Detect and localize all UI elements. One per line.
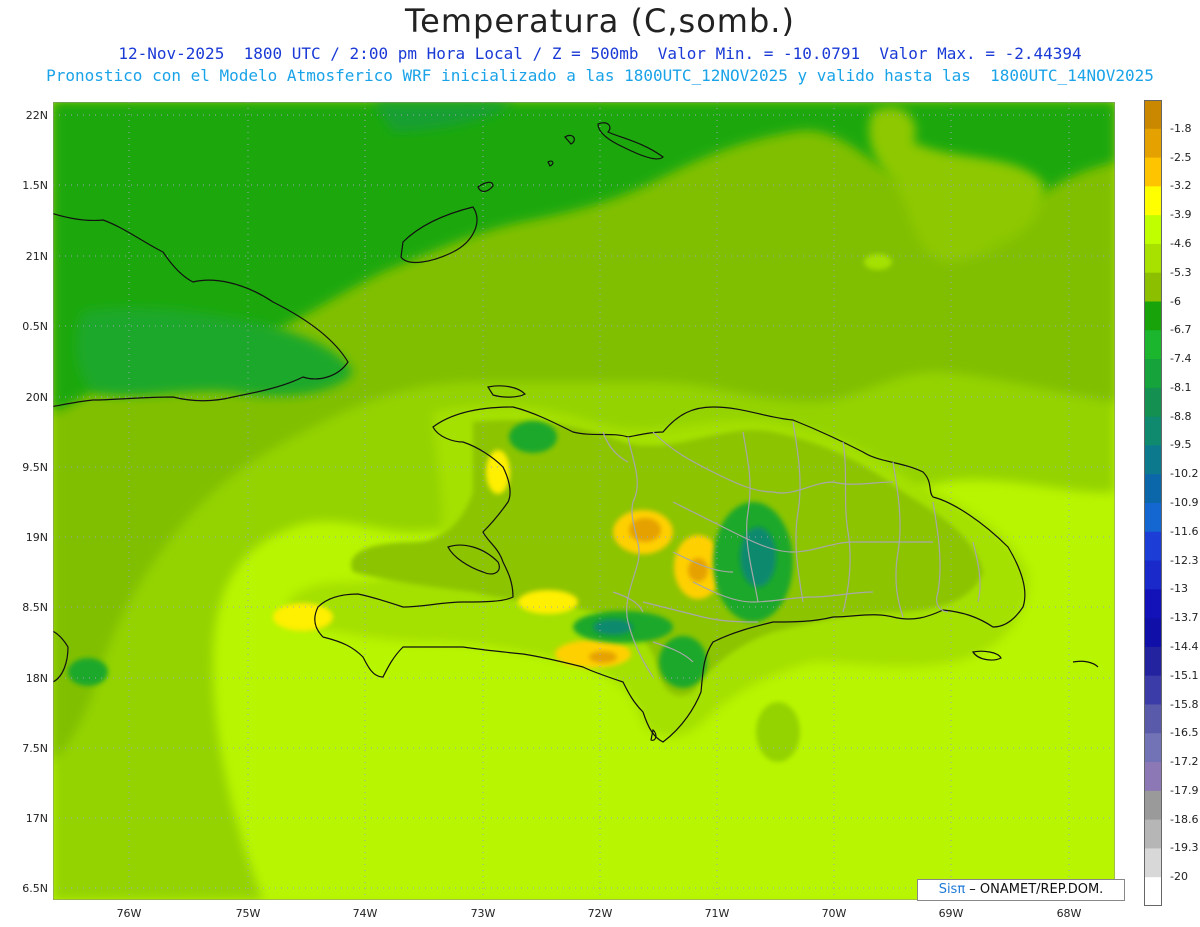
colorbar-swatch [1144,474,1162,504]
lat-label-20-5n: 0.5N [22,320,48,333]
colorbar-swatch [1144,243,1162,274]
colorbar-swatch [1144,675,1162,705]
colorbar-label: -2.5 [1170,150,1192,164]
warm-spot-6 [486,450,510,494]
colorbar-label: -8.8 [1170,409,1192,423]
credit-org: ONAMET/REP.DOM. [979,882,1104,897]
lat-label-17-5n: 7.5N [22,742,48,755]
colorbar-swatch [1144,387,1162,418]
lat-label-21n: 21N [25,250,48,263]
cool-spot-5 [756,702,800,762]
colorbar-swatch [1144,215,1162,245]
colorbar-label: -10.9 [1170,496,1199,509]
colorbar-swatch [1144,790,1162,821]
colorbar-swatch [1144,128,1162,159]
colorbar-label: -7.4 [1170,352,1192,366]
colorbar-swatch [1144,618,1162,648]
colorbar-label: -9.5 [1170,438,1192,452]
colorbar-label: -13 [1170,582,1188,596]
colorbar-swatch [1144,848,1162,878]
credit-brand: Sisπ [938,882,966,897]
colorbar-swatch [1144,445,1162,475]
lon-label-75w: 75W [235,907,261,920]
warm-spot-5 [518,590,578,614]
colorbar-swatch [1144,589,1162,619]
lat-label-19-5n: 9.5N [22,461,48,474]
colorbar-swatch [1144,646,1162,677]
colorbar-label: -18.6 [1170,812,1199,826]
lat-label-21-5n: 1.5N [22,179,48,192]
colorbar-swatch [1144,330,1162,360]
colorbar-label: -16.5 [1170,726,1199,740]
lon-label-76w: 76W [116,907,142,920]
lon-label-69w: 69W [938,907,964,920]
colorbar-label: -3.2 [1170,179,1192,193]
colorbar-swatch [1144,762,1162,792]
lon-label-74w: 74W [352,907,378,920]
warm-spot-1b [629,518,661,542]
colorbar-label: -17.9 [1170,783,1199,797]
lat-label-17n: 17N [25,812,48,825]
lat-label-22n: 22N [25,109,48,122]
lon-label-68w: 68W [1056,907,1082,920]
colorbar-swatch [1144,819,1162,849]
colorbar-label: -19.3 [1170,841,1199,855]
colorbar-swatch [1144,100,1162,130]
lat-label-20n: 20N [25,391,48,404]
cool-spot-2b [593,619,633,635]
colorbar-label: -15.1 [1170,668,1199,682]
cool-spot-1b [740,527,776,587]
colorbar-label: -15.8 [1170,697,1199,711]
colorbar-label: -14.4 [1170,639,1199,653]
temperature-map [53,102,1115,900]
colorbar-label: -4.6 [1170,236,1192,250]
colorbar-label: -1.8 [1170,121,1192,135]
colorbar-swatch [1144,877,1162,906]
map-subtitle-model-info: Pronostico con el Modelo Atmosferico WRF… [46,66,1154,85]
colorbar-label: -17.2 [1170,755,1199,769]
credit-box: Sisπ – ONAMET/REP.DOM. [917,879,1125,901]
map-subtitle-run-info: 12-Nov-2025 1800 UTC / 2:00 pm Hora Loca… [118,44,1082,63]
colorbar-swatch [1144,359,1162,389]
lon-label-73w: 73W [470,907,496,920]
colorbar-swatch [1144,301,1162,331]
colorbar-label: -20 [1170,870,1188,884]
lon-label-70w: 70W [821,907,847,920]
colorbar-label: -6 [1170,294,1181,308]
colorbar-swatch [1144,272,1162,302]
lat-label-18n: 18N [25,672,48,685]
colorbar-label: -10.2 [1170,467,1199,481]
map-title: Temperatura (C,somb.) [405,2,795,40]
colorbar-swatch [1144,186,1162,216]
lon-label-71w: 71W [704,907,730,920]
lat-label-18-5n: 8.5N [22,601,48,614]
colorbar-label: -8.1 [1170,380,1192,394]
colorbar-swatch [1144,733,1162,763]
lon-label-72w: 72W [587,907,613,920]
colorbar-swatch [1144,560,1162,590]
colorbar-label: -12.3 [1170,553,1199,567]
warm-spot-3b [589,651,617,663]
colorbar-swatch [1144,503,1162,533]
colorbar [1144,100,1162,906]
lat-label-19n: 19N [25,531,48,544]
colorbar-label: -6.7 [1170,323,1192,337]
colorbar-label: -11.6 [1170,524,1199,538]
cool-spot-6 [68,658,108,686]
colorbar-swatch [1144,416,1162,446]
colorbar-label: -5.3 [1170,265,1192,279]
colorbar-label: -13.7 [1170,611,1199,625]
credit-separator: – [965,882,980,897]
colorbar-swatch [1144,704,1162,734]
cool-spot-3 [659,636,707,688]
warm-spot-2b [688,558,708,582]
colorbar-swatch [1144,531,1162,562]
cool-spot-4 [509,421,557,453]
colorbar-label: -3.9 [1170,208,1192,222]
colorbar-swatch [1144,157,1162,187]
lat-label-16-5n: 6.5N [22,882,48,895]
